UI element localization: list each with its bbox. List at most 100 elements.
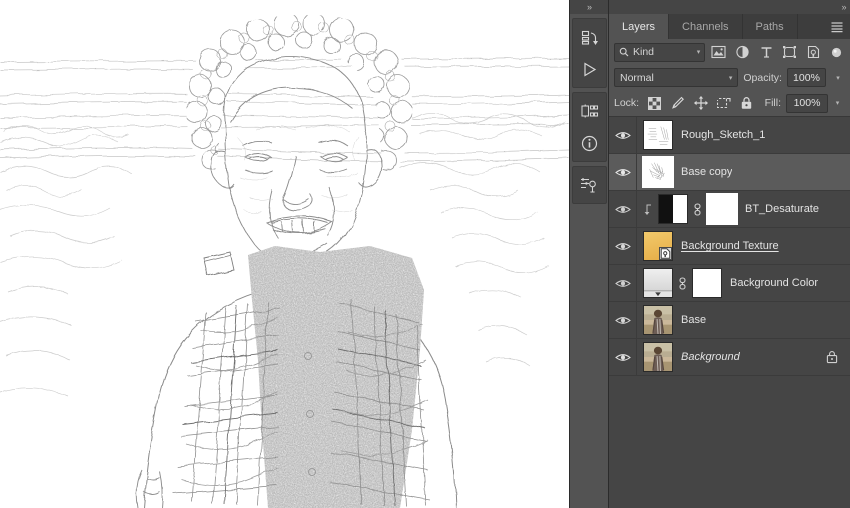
tab-channels-label: Channels <box>682 20 729 33</box>
layer-thumbnail[interactable] <box>643 305 673 335</box>
opacity-value: 100% <box>793 71 820 84</box>
filter-kind-select[interactable]: Kind ▾ <box>614 42 706 62</box>
eye-icon <box>614 316 631 324</box>
layer-mask-thumbnail[interactable] <box>692 268 722 298</box>
lock-row: Lock: Fill: 100% ▾ <box>609 90 850 116</box>
link-mask-icon[interactable] <box>692 202 703 216</box>
layer-visibility-toggle[interactable] <box>609 228 637 264</box>
dock-collapse-button[interactable]: » <box>569 0 609 14</box>
opacity-stepper[interactable]: ▾ <box>831 68 845 87</box>
info-icon[interactable] <box>574 128 604 158</box>
lock-label: Lock: <box>614 97 640 109</box>
layer-visibility-toggle[interactable] <box>609 117 637 153</box>
sketch-artwork <box>0 0 569 508</box>
fill-value: 100% <box>793 97 821 109</box>
tab-layers[interactable]: Layers <box>609 14 670 39</box>
layer-name[interactable]: Base copy <box>673 166 732 178</box>
panel-collapse-strip[interactable]: » <box>609 0 850 14</box>
layer-name[interactable]: Background Texture <box>673 240 779 252</box>
layer-thumbnails[interactable] <box>637 342 673 372</box>
filter-adjustment-icon[interactable] <box>732 42 753 62</box>
layer-mask-thumbnail[interactable] <box>706 193 738 225</box>
chevron-down-icon[interactable]: ▾ <box>729 74 733 82</box>
layer-name[interactable]: Background Color <box>722 277 818 289</box>
panel-tabbar: Layers Channels Paths <box>609 14 850 39</box>
clipping-mask-icon <box>643 204 654 215</box>
layer-name[interactable]: Rough_Sketch_1 <box>673 129 765 141</box>
layer-thumbnails[interactable] <box>637 193 738 225</box>
layer-locked-icon <box>826 350 850 364</box>
double-chevron-icon[interactable]: » <box>841 2 846 12</box>
eye-icon <box>614 205 631 213</box>
filter-smartobject-icon[interactable] <box>803 42 824 62</box>
blend-mode-row: Normal ▾ Opacity: 100% ▾ <box>609 65 850 90</box>
table-row[interactable]: Background <box>609 339 850 376</box>
layer-thumbnail[interactable] <box>642 156 674 188</box>
layer-visibility-toggle[interactable] <box>609 154 637 190</box>
filter-kind-label: Kind <box>633 46 655 58</box>
layer-name[interactable]: BT_Desaturate <box>737 203 819 215</box>
lock-artboard-nesting-icon[interactable] <box>713 93 734 113</box>
gradient-fill-thumbnail[interactable] <box>643 268 673 298</box>
actions-icon[interactable] <box>574 54 604 84</box>
adjustment-thumbnail[interactable] <box>658 194 688 224</box>
table-row[interactable]: BT_Desaturate <box>609 191 850 228</box>
document-canvas[interactable] <box>0 0 569 508</box>
photoshop-window: » » Layers Channels Paths Kind ▾ Normal … <box>0 0 850 508</box>
chevron-down-icon[interactable]: ▾ <box>697 48 701 56</box>
table-row[interactable]: Rough_Sketch_1 <box>609 117 850 154</box>
layer-filter-row: Kind ▾ <box>609 39 850 65</box>
opacity-label: Opacity: <box>743 71 782 84</box>
icon-dock: » <box>569 0 609 508</box>
layer-visibility-toggle[interactable] <box>609 302 637 338</box>
history-icon[interactable] <box>574 22 604 52</box>
filter-pixel-icon[interactable] <box>708 42 729 62</box>
layers-panel-body: Kind ▾ Normal ▾ Opacity: 100% ▾ Lock: Fi… <box>609 39 850 508</box>
tab-paths[interactable]: Paths <box>742 14 798 39</box>
layer-thumbnails[interactable] <box>637 156 674 188</box>
dock-group-adjustments <box>571 166 607 204</box>
layer-visibility-toggle[interactable] <box>609 191 637 227</box>
lock-transparent-pixels-icon[interactable] <box>644 93 665 113</box>
layer-thumbnail[interactable] <box>643 342 673 372</box>
filter-enable-toggle[interactable] <box>827 46 845 59</box>
eye-icon <box>614 242 631 250</box>
eye-icon <box>614 353 631 361</box>
layer-name[interactable]: Background <box>673 351 740 363</box>
blend-mode-select[interactable]: Normal ▾ <box>614 68 739 87</box>
fill-stepper[interactable]: ▾ <box>830 94 845 113</box>
panel-menu-icon[interactable] <box>824 14 850 39</box>
layer-thumbnail[interactable] <box>643 120 673 150</box>
dock-group-history-actions <box>571 18 607 88</box>
layer-name[interactable]: Base <box>673 314 706 326</box>
layer-list[interactable]: Rough_Sketch_1 Base copy BT_Desaturate B… <box>609 116 850 508</box>
filter-type-icon[interactable] <box>756 42 777 62</box>
link-mask-icon[interactable] <box>677 276 688 290</box>
search-icon <box>619 47 629 57</box>
opacity-input[interactable]: 100% <box>786 68 827 87</box>
layer-thumbnails[interactable] <box>637 305 673 335</box>
layer-thumbnails[interactable] <box>637 231 673 261</box>
filter-shape-icon[interactable] <box>780 42 801 62</box>
table-row[interactable]: Base copy <box>609 154 850 191</box>
tab-channels[interactable]: Channels <box>669 14 743 39</box>
blend-mode-value: Normal <box>620 71 654 84</box>
table-row[interactable]: Base <box>609 302 850 339</box>
lock-all-icon[interactable] <box>736 93 757 113</box>
properties-icon[interactable] <box>574 96 604 126</box>
lock-image-pixels-icon[interactable] <box>667 93 688 113</box>
layer-thumbnails[interactable] <box>637 268 722 298</box>
layer-thumbnail[interactable] <box>643 231 673 261</box>
lock-position-icon[interactable] <box>690 93 711 113</box>
layers-panel: » Layers Channels Paths Kind ▾ Normal ▾ … <box>608 0 850 508</box>
smart-object-badge-icon <box>659 247 672 260</box>
adjustments-icon[interactable] <box>574 170 604 200</box>
layer-visibility-toggle[interactable] <box>609 339 637 375</box>
layer-thumbnails[interactable] <box>637 120 673 150</box>
table-row[interactable]: Background Color <box>609 265 850 302</box>
eye-icon <box>614 168 631 176</box>
fill-input[interactable]: 100% <box>786 93 828 113</box>
layer-visibility-toggle[interactable] <box>609 265 637 301</box>
tab-layers-label: Layers <box>622 20 656 33</box>
table-row[interactable]: Background Texture <box>609 228 850 265</box>
